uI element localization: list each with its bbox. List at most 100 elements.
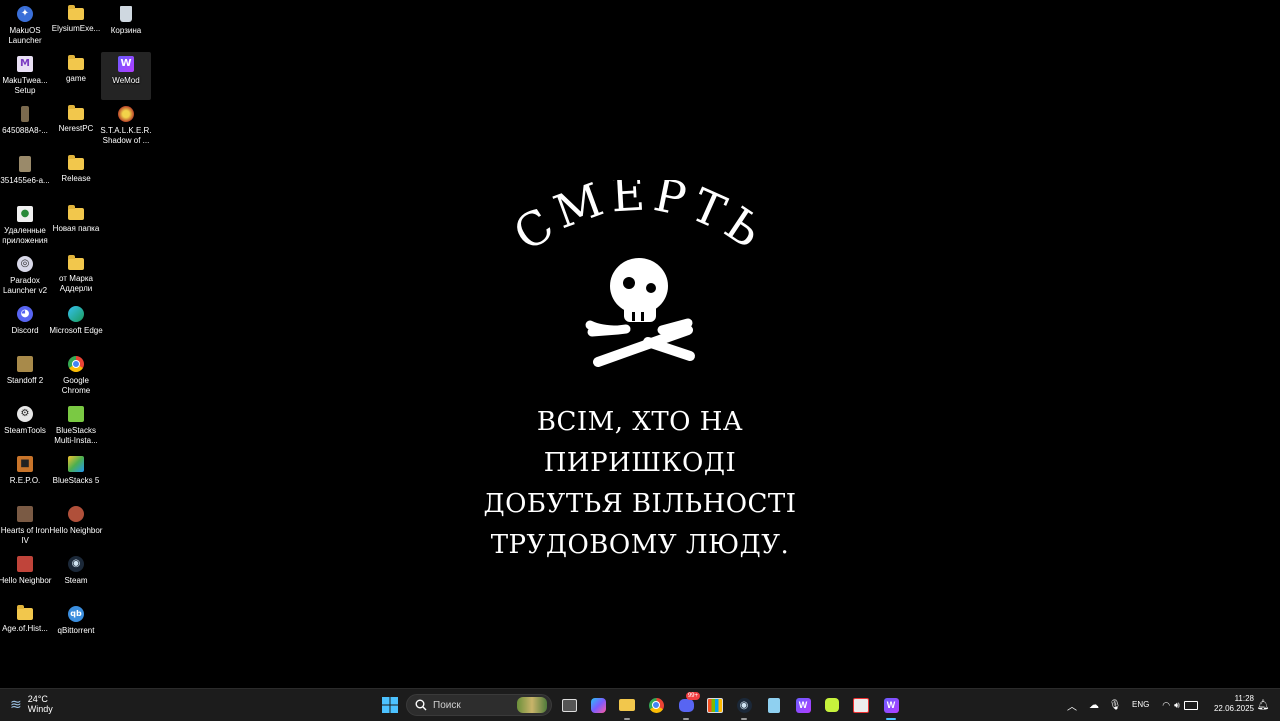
taskbar-search[interactable]: Поиск	[406, 694, 552, 716]
desktop-icon-standoff-2[interactable]: Standoff 2	[0, 352, 50, 400]
task-view-button[interactable]	[559, 695, 579, 715]
taskbar-wemod[interactable]: W	[793, 695, 813, 715]
desktop-icon-makuos-launcher[interactable]: ✦ MakuOS Launcher	[0, 2, 50, 50]
wallpaper-title: СМЕРТЬ	[504, 180, 776, 262]
wallpaper: СМЕРТЬ ВСІМ, ХТО НА ПИРИШКОДІ ДОБУТЬЯ ВІ…	[440, 180, 840, 560]
wemod-icon: W	[883, 697, 899, 713]
makutweaker-icon: M	[17, 56, 33, 72]
desktop-icon-nerestpc[interactable]: NerestPC	[51, 102, 101, 150]
weather-text: 24°C Windy	[28, 694, 53, 714]
desktop-icon-label: R.E.P.O.	[9, 476, 41, 485]
desktop-icon-label: Новая папка	[52, 224, 100, 233]
qbittorrent-icon: qb	[68, 606, 84, 622]
taskbar-chrome[interactable]	[646, 695, 666, 715]
taskbar-wemod-2[interactable]: W	[881, 695, 901, 715]
desktop-icon-bluestacks-multi[interactable]: BlueStacks Multi-Insta...	[51, 402, 101, 450]
desktop-icon-wemod[interactable]: W WeMod	[101, 52, 151, 100]
desktop-icon-bluestacks-5[interactable]: BlueStacks 5	[51, 452, 101, 500]
tray-microphone[interactable]: 🎙	[1105, 695, 1125, 715]
desktop-icon-label: Microsoft Edge	[49, 326, 103, 335]
show-hidden-icons-button[interactable]: ︿	[1062, 695, 1082, 715]
wallpaper-line-2: ДОБУТЬЯ ВІЛЬНОСТІ	[483, 489, 797, 519]
desktop-icon-new-folder[interactable]: Новая папка	[51, 202, 101, 250]
copilot-icon	[590, 697, 606, 713]
desktop-icon-label: Release	[61, 174, 91, 183]
desktop-icon-label: Корзина	[110, 26, 142, 35]
desktop-icon-age-of-history[interactable]: Age.of.Hist...	[0, 602, 50, 650]
taskbar-microsoft-store[interactable]	[705, 695, 725, 715]
desktop-icon-label: Hello Neighbor	[0, 576, 52, 585]
notepad-icon	[768, 697, 780, 713]
taskbar-app-green[interactable]	[822, 695, 842, 715]
desktop-icon-qbittorrent[interactable]: qb qBittorrent	[51, 602, 101, 650]
volume-icon: 🔊︎	[1174, 699, 1180, 710]
taskbar-steam[interactable]: ◉	[734, 695, 754, 715]
desktop-icon-label: Standoff 2	[6, 376, 44, 385]
desktop-icon-label: Steam	[64, 576, 88, 585]
desktop-icon-label: MakuOS Launcher	[8, 26, 42, 45]
language-indicator[interactable]: ENG	[1132, 700, 1149, 709]
notifications-button[interactable]: 🔔︎	[1253, 695, 1273, 715]
wallpaper-slogan: ВСІМ, ХТО НА ПИРИШКОДІ ДОБУТЬЯ ВІЛЬНОСТІ…	[440, 402, 840, 566]
desktop-icon-removed-apps[interactable]: ● Удаленные приложения	[0, 202, 50, 250]
desktop-icon-google-chrome[interactable]: Google Chrome	[51, 352, 101, 400]
steam-icon: ◉	[736, 697, 752, 713]
tray-network-volume-battery[interactable]: ◠ 🔊︎	[1156, 695, 1204, 715]
taskbar: ≋ 24°C Windy Поиск 99+ ◉ W W ︿ ☁ 🎙 ENG ◠…	[0, 688, 1280, 721]
wifi-icon: ◠	[1162, 699, 1171, 710]
taskbar-notepad[interactable]	[764, 695, 784, 715]
desktop-icon-stalker[interactable]: S.T.A.L.K.E.R. Shadow of ...	[100, 102, 152, 150]
desktop-icon-label: Удаленные приложения	[2, 226, 48, 245]
taskbar-clock[interactable]: 11:28 22.06.2025	[1206, 694, 1254, 714]
desktop-icon-label: S.T.A.L.K.E.R. Shadow of ...	[100, 126, 152, 145]
folder-icon	[17, 605, 33, 620]
taskbar-copilot[interactable]	[588, 695, 608, 715]
desktop-icon-paradox-launcher[interactable]: ◎ Paradox Launcher v2	[0, 252, 50, 300]
wallpaper-title-text: СМЕРТЬ	[504, 180, 770, 262]
desktop-icon-release[interactable]: Release	[51, 152, 101, 200]
folder-icon	[68, 205, 84, 220]
taskbar-discord[interactable]: 99+	[676, 692, 700, 715]
desktop-icon-game[interactable]: game	[51, 52, 101, 100]
paradox-launcher-icon: ◎	[17, 256, 33, 272]
desktop-icon-recycle-bin[interactable]: Корзина	[101, 2, 151, 50]
bell-icon: 🔔︎	[1256, 699, 1270, 711]
folder-icon	[68, 105, 84, 120]
bluestacks-multi-icon	[68, 406, 84, 422]
chrome-icon	[648, 697, 664, 713]
desktop-icon-repo[interactable]: ■ R.E.P.O.	[0, 452, 50, 500]
weather-desc: Windy	[27, 704, 53, 714]
hello-neighbor-icon	[68, 506, 84, 522]
stalker-icon	[118, 106, 134, 122]
hearts-of-iron-icon	[17, 506, 33, 522]
desktop-icon-microsoft-edge[interactable]: Microsoft Edge	[49, 302, 103, 350]
desktop-icon-steamtools[interactable]: ⚙ SteamTools	[0, 402, 50, 450]
search-icon	[415, 699, 427, 711]
desktop-icon-elysiumexe[interactable]: ElysiumExe...	[51, 2, 101, 50]
desktop-icon-file-351455e6[interactable]: 351455e6-a...	[0, 152, 50, 200]
desktop-icon-label: SteamTools	[4, 426, 46, 435]
desktop-icon-discord[interactable]: ◕ Discord	[0, 302, 50, 350]
desktop-icon-hello-neighbor-2[interactable]: Hello Neighbor	[50, 502, 102, 550]
taskbar-file-explorer[interactable]	[617, 695, 637, 715]
desktop-icon-label: BlueStacks Multi-Insta...	[54, 426, 98, 445]
desktop-icon-makutweaker-setup[interactable]: M MakuTwea... Setup	[0, 52, 50, 100]
tray-cloud-off[interactable]: ☁	[1084, 695, 1104, 715]
desktop-icon-label: BlueStacks 5	[52, 476, 100, 485]
desktop-icon-mark-adderley[interactable]: от Марка Аддерли	[51, 252, 101, 300]
desktop-icon-hello-neighbor-1[interactable]: Hello Neighbor	[0, 552, 52, 600]
desktop-icon-file-645088a8[interactable]: 645088A8-...	[0, 102, 50, 150]
discord-icon	[678, 698, 694, 712]
shortcut-icon: ●	[17, 206, 33, 222]
taskbar-snipping-tool[interactable]	[851, 695, 871, 715]
wemod-icon: W	[118, 56, 134, 72]
desktop-icon-hearts-of-iron[interactable]: Hearts of Iron IV	[0, 502, 50, 550]
start-button[interactable]	[380, 695, 400, 715]
desktop-icon-steam[interactable]: ◉ Steam	[51, 552, 101, 600]
weather-temp: 24°C	[27, 694, 48, 704]
folder-icon	[68, 255, 84, 270]
wind-icon: ≋	[10, 695, 22, 712]
bluestacks-icon	[68, 456, 84, 472]
clock-time: 11:28	[1234, 694, 1254, 703]
weather-widget[interactable]: ≋ 24°C Windy	[10, 694, 53, 714]
